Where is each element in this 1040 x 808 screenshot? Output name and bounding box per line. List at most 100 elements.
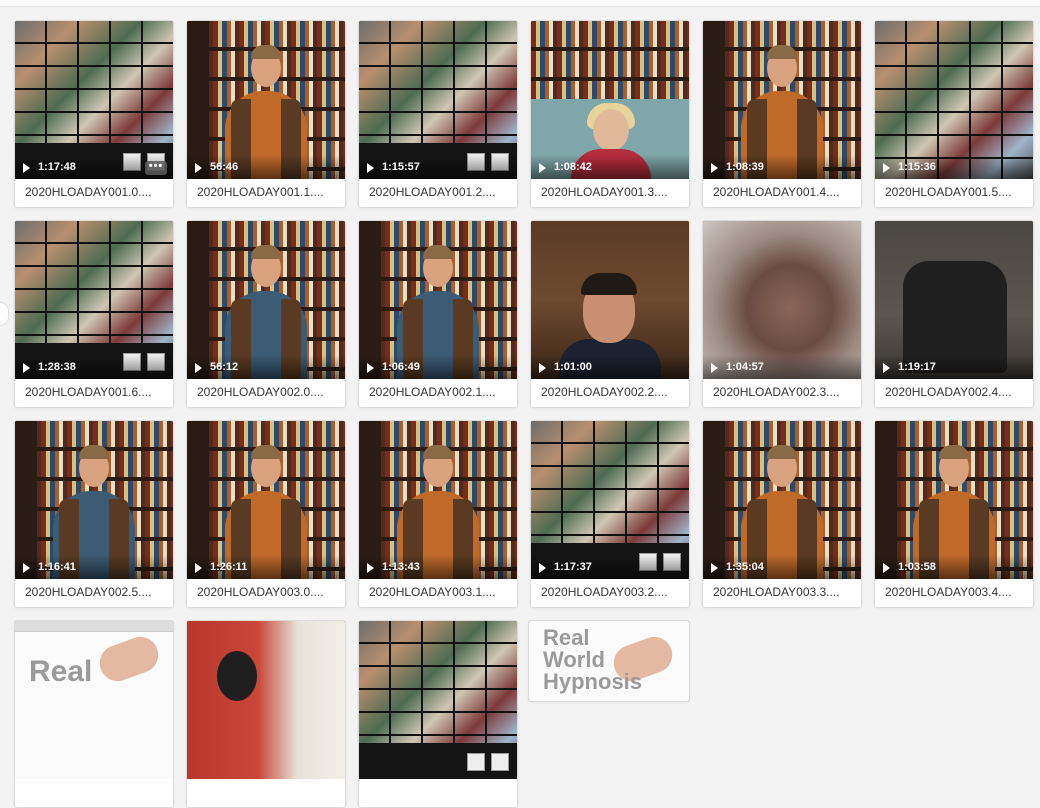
duration-overlay: 56:46 xyxy=(187,155,345,179)
lamp xyxy=(217,651,257,701)
duration-overlay: 1:17:37 xyxy=(531,555,689,579)
duration-overlay: 1:35:04 xyxy=(703,555,861,579)
video-card[interactable]: Real xyxy=(14,620,174,808)
video-card[interactable]: Real World Hypnosis xyxy=(528,620,690,702)
participant-placeholder xyxy=(491,753,509,771)
video-card[interactable]: 56:12 2020HLOADAY002.0.... xyxy=(186,220,346,408)
video-card[interactable]: 1:13:43 2020HLOADAY003.1.... xyxy=(358,420,518,608)
bookshelf xyxy=(531,21,689,99)
duration-label: 1:08:42 xyxy=(554,161,592,173)
video-filename[interactable]: 2020HLOADAY001.3.... xyxy=(541,185,681,199)
video-filename[interactable]: 2020HLOADAY003.3.... xyxy=(713,585,853,599)
video-thumbnail[interactable]: 1:17:37 xyxy=(531,421,689,579)
duration-label: 1:16:41 xyxy=(38,561,76,573)
video-thumbnail[interactable]: 1:13:43 xyxy=(359,421,517,579)
duration-overlay: 1:03:58 xyxy=(875,555,1033,579)
video-thumbnail[interactable]: 1:01:00 xyxy=(531,221,689,379)
duration-label: 1:17:37 xyxy=(554,561,592,573)
video-filename[interactable]: 2020HLOADAY003.2.... xyxy=(541,585,681,599)
video-thumbnail[interactable]: 1:15:36 xyxy=(875,21,1033,179)
duration-label: 56:46 xyxy=(210,161,239,173)
video-filename[interactable]: 2020HLOADAY003.0.... xyxy=(197,585,337,599)
video-filename[interactable]: 2020HLOADAY001.5.... xyxy=(885,185,1025,199)
video-card[interactable]: 1:26:11 2020HLOADAY003.0.... xyxy=(186,420,346,608)
video-thumbnail[interactable] xyxy=(359,621,517,779)
video-filename[interactable]: 2020HLOADAY002.3.... xyxy=(713,385,853,399)
video-filename[interactable]: 2020HLOADAY001.4.... xyxy=(713,185,853,199)
video-card[interactable]: 1:15:57 2020HLOADAY001.2.... xyxy=(358,20,518,208)
video-thumbnail[interactable]: 1:03:58 xyxy=(875,421,1033,579)
video-card[interactable]: 1:04:57 2020HLOADAY002.3.... xyxy=(702,220,862,408)
video-thumbnail[interactable]: 1:08:39 xyxy=(703,21,861,179)
scroll-left-handle[interactable] xyxy=(0,302,9,326)
presenter-hair xyxy=(251,245,281,259)
video-card[interactable]: 1:06:49 2020HLOADAY002.1.... xyxy=(358,220,518,408)
play-icon xyxy=(711,363,718,373)
video-thumbnail[interactable]: Real World Hypnosis xyxy=(529,621,689,701)
video-thumbnail[interactable]: 1:08:42 xyxy=(531,21,689,179)
video-card[interactable]: 1:03:58 2020HLOADAY003.4.... xyxy=(874,420,1034,608)
logo-text-line1: Real xyxy=(29,655,93,688)
more-options-icon[interactable]: ••• xyxy=(145,161,167,175)
duration-label: 1:19:17 xyxy=(898,361,936,373)
video-thumbnail[interactable]: 1:15:57 xyxy=(359,21,517,179)
play-icon xyxy=(367,363,374,373)
duration-overlay: 1:16:41 xyxy=(15,555,173,579)
window-bar xyxy=(15,621,173,632)
duration-label: 1:28:38 xyxy=(38,361,76,373)
duration-overlay: 1:28:38 xyxy=(15,355,173,379)
video-card[interactable]: 1:08:39 2020HLOADAY001.4.... xyxy=(702,20,862,208)
video-thumbnail[interactable]: 56:12 xyxy=(187,221,345,379)
participant-placeholder xyxy=(467,753,485,771)
video-card[interactable]: 56:46 2020HLOADAY001.1.... xyxy=(186,20,346,208)
video-filename[interactable]: 2020HLOADAY002.0.... xyxy=(197,385,337,399)
duration-label: 1:15:57 xyxy=(382,161,420,173)
video-thumbnail[interactable]: 1:06:49 xyxy=(359,221,517,379)
video-card[interactable] xyxy=(186,620,346,808)
video-filename[interactable]: 2020HLOADAY002.2.... xyxy=(541,385,681,399)
video-filename[interactable]: 2020HLOADAY001.0.... xyxy=(25,185,165,199)
video-card[interactable]: 1:19:17 2020HLOADAY002.4.... xyxy=(874,220,1034,408)
play-icon xyxy=(539,163,546,173)
video-filename[interactable]: 2020HLOADAY003.1.... xyxy=(369,585,509,599)
duration-label: 1:35:04 xyxy=(726,561,764,573)
video-thumbnail[interactable]: 1:16:41 xyxy=(15,421,173,579)
video-thumbnail[interactable]: 1:28:38 xyxy=(15,221,173,379)
duration-label: 56:12 xyxy=(210,361,239,373)
presenter-hair xyxy=(423,245,453,259)
video-card[interactable]: 1:35:04 2020HLOADAY003.3.... xyxy=(702,420,862,608)
video-card[interactable]: 1:17:37 2020HLOADAY003.2.... xyxy=(530,420,690,608)
video-thumbnail[interactable]: 1:26:11 xyxy=(187,421,345,579)
video-filename[interactable]: 2020HLOADAY001.2.... xyxy=(369,185,509,199)
video-thumbnail[interactable]: 1:19:17 xyxy=(875,221,1033,379)
video-filename[interactable]: 2020HLOADAY001.1.... xyxy=(197,185,337,199)
presenter-hair xyxy=(767,445,797,459)
video-thumbnail[interactable]: 1:04:57 xyxy=(703,221,861,379)
play-icon xyxy=(23,163,30,173)
video-card[interactable] xyxy=(358,620,518,808)
video-filename[interactable]: 2020HLOADAY003.4.... xyxy=(885,585,1025,599)
video-card[interactable]: 1:28:38 2020HLOADAY001.6.... xyxy=(14,220,174,408)
duration-label: 1:17:48 xyxy=(38,161,76,173)
video-thumbnail[interactable] xyxy=(187,621,345,779)
play-icon xyxy=(883,163,890,173)
video-thumbnail[interactable]: 1:35:04 xyxy=(703,421,861,579)
video-card[interactable]: 1:17:48 ••• 2020HLOADAY001.0.... xyxy=(14,20,174,208)
video-card[interactable]: 1:01:00 2020HLOADAY002.2.... xyxy=(530,220,690,408)
participant-hair xyxy=(581,273,637,295)
play-icon xyxy=(367,563,374,573)
video-filename[interactable]: 2020HLOADAY002.5.... xyxy=(25,585,165,599)
presenter-hair xyxy=(939,445,969,459)
video-thumbnail[interactable]: Real xyxy=(15,621,173,779)
video-filename[interactable]: 2020HLOADAY001.6.... xyxy=(25,385,165,399)
top-divider xyxy=(0,0,1040,7)
video-card[interactable]: 1:08:42 2020HLOADAY001.3.... xyxy=(530,20,690,208)
video-card[interactable]: 1:15:36 2020HLOADAY001.5.... xyxy=(874,20,1034,208)
video-thumbnail[interactable]: 1:17:48 ••• xyxy=(15,21,173,179)
video-filename[interactable]: 2020HLOADAY002.4.... xyxy=(885,385,1025,399)
play-icon xyxy=(195,163,202,173)
duration-label: 1:06:49 xyxy=(382,361,420,373)
video-thumbnail[interactable]: 56:46 xyxy=(187,21,345,179)
video-card[interactable]: 1:16:41 2020HLOADAY002.5.... xyxy=(14,420,174,608)
video-filename[interactable]: 2020HLOADAY002.1.... xyxy=(369,385,509,399)
